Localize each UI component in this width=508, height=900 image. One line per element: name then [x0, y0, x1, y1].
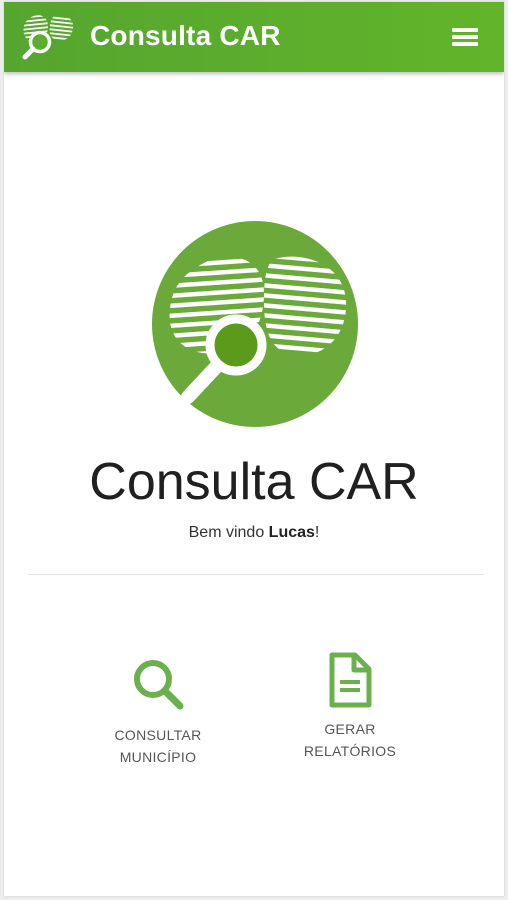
- hamburger-menu-icon[interactable]: [444, 22, 484, 52]
- app-title: Consulta CAR: [90, 20, 281, 51]
- welcome-suffix: !: [314, 524, 320, 541]
- consultar-municipio-label: CONSULTAR MUNICÍPIO: [114, 727, 202, 765]
- consultar-municipio-button[interactable]: CONSULTAR MUNICÍPIO: [83, 656, 233, 768]
- hero-logo-icon: [152, 221, 358, 427]
- gerar-relatorios-label: GERAR RELATÓRIOS: [303, 721, 397, 759]
- gerar-relatorios-button[interactable]: GERAR RELATÓRIOS: [275, 652, 425, 762]
- hero-title: Consulta CAR: [89, 453, 419, 511]
- app-screen: Consulta CAR Consulta CAR Bem vindo Luca…: [4, 2, 504, 896]
- document-icon: [329, 652, 372, 708]
- user-name: Lucas: [268, 524, 315, 541]
- welcome-prefix: Bem vindo: [188, 524, 269, 541]
- welcome-message: Bem vindo Lucas!: [4, 524, 504, 542]
- app-bar: Consulta CAR: [4, 2, 504, 72]
- divider: [28, 574, 484, 575]
- search-icon: [134, 660, 184, 710]
- app-logo-icon: [22, 15, 74, 60]
